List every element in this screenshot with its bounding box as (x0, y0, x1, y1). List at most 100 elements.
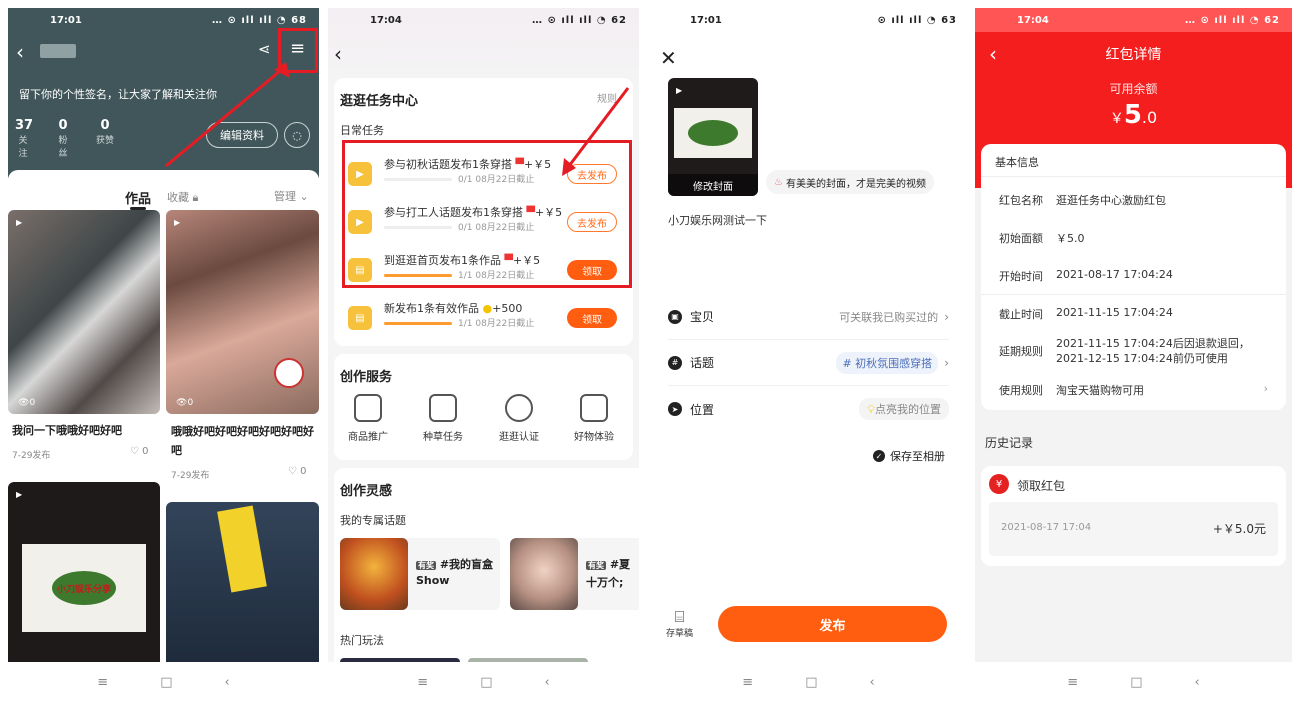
bulb-icon: 💡︎ (867, 403, 875, 416)
like-count[interactable]: ♡ 0 (288, 466, 307, 477)
share-icon[interactable]: ⋖ (258, 40, 271, 58)
info-value: ￥5.0 (1056, 232, 1085, 245)
video-cover[interactable]: ▶ 修改封面 (668, 78, 758, 196)
product-row[interactable]: ▣ 宝贝 可关联我已购买过的 › (668, 294, 949, 340)
stat-label: 关注 (18, 136, 28, 159)
menu-nav-icon[interactable]: ≡ (742, 675, 753, 690)
manage-label: 管理 (274, 190, 296, 203)
status-bar: 17:04… ⊙ ıll ıll ◔ 62 (975, 8, 1292, 32)
row-value: 可关联我已购买过的 (839, 310, 939, 324)
system-nav: ≡ □ ‹ (648, 665, 969, 699)
creation-services-card: 创作服务 商品推广 种草任务 逛逛认证 好物体验 (334, 354, 633, 460)
tab-collect[interactable]: 收藏 🔒︎ (167, 189, 198, 205)
home-nav-icon[interactable]: □ (480, 675, 492, 690)
service-item[interactable]: 商品推广 (333, 394, 403, 443)
chevron-down-icon: ⌄ (299, 190, 309, 203)
back-nav-icon[interactable]: ‹ (225, 675, 230, 690)
tab-works[interactable]: 作品 (125, 188, 151, 207)
divider (981, 294, 1286, 295)
edit-cover-button[interactable]: 修改封面 (668, 174, 758, 196)
topic-name: #夏 (609, 558, 631, 571)
battery-level: 63 (941, 14, 957, 26)
post-thumbnail[interactable]: ▶ 👁︎0 (166, 210, 319, 414)
task-reward: +￥5 (534, 206, 563, 219)
task-reward: +500 (492, 302, 523, 315)
home-nav-icon[interactable]: □ (805, 675, 817, 690)
store-icon: ▤ (348, 258, 372, 282)
task-deadline: 08月22日截止 (475, 175, 535, 185)
status-time: 17:04 (370, 14, 402, 26)
publish-button[interactable]: 发布 (718, 606, 947, 642)
claim-button[interactable]: 领取 (567, 308, 617, 328)
task-item: ▤ 到逛逛首页发布1条作品 ▀+￥5 1/1 08月22日截止 领取 (344, 250, 623, 290)
menu-icon[interactable]: ≡ (290, 38, 305, 59)
lock-icon: 🔒︎ (192, 191, 199, 204)
location-icon: ➤ (668, 402, 682, 416)
post-thumbnail[interactable]: ▶ 小刀娱乐分享 (8, 482, 160, 662)
service-item[interactable]: 种草任务 (408, 394, 478, 443)
gift-icon: ▀ (504, 254, 513, 267)
back-nav-icon[interactable]: ‹ (545, 675, 550, 690)
stat-fans[interactable]: 0 粉丝 (55, 118, 71, 159)
heart-icon: ♡ (288, 466, 297, 477)
task-deadline: 08月22日截止 (475, 271, 535, 281)
info-value: 淘宝天猫购物可用 (1056, 384, 1144, 397)
menu-nav-icon[interactable]: ≡ (97, 675, 108, 690)
topic-card[interactable]: 有奖 #夏 十万个; (510, 538, 639, 610)
post-thumbnail[interactable] (166, 502, 319, 662)
task-title: 到逛逛首页发布1条作品 (384, 254, 501, 267)
close-icon[interactable]: ✕ (660, 46, 677, 70)
task-progress: 0/1 (458, 175, 473, 185)
stat-following[interactable]: 37 关注 (15, 118, 33, 159)
location-row[interactable]: ➤ 位置 💡︎点亮我的位置 (668, 386, 949, 432)
back-arrow-icon[interactable]: ‹ (334, 42, 342, 66)
menu-nav-icon[interactable]: ≡ (1067, 675, 1078, 690)
balance-amount: ￥5.0 (975, 100, 1292, 130)
cover-tip: ♨ 有美美的封面，才是完美的视频 (766, 170, 934, 194)
hot-play-thumb[interactable] (468, 658, 588, 662)
back-arrow-icon[interactable]: ‹ (16, 40, 24, 64)
stat-likes[interactable]: 0 获赞 (95, 118, 115, 146)
post-title[interactable]: 哦哦好吧好吧好吧好吧好吧好吧 (171, 422, 317, 460)
post-thumbnail[interactable]: ▶ 👁︎0 (8, 210, 160, 414)
status-bar: 17:04… ⊙ ıll ıll ◔ 62 (370, 14, 627, 26)
brand-logo-text: 小刀娱乐分享 (56, 584, 111, 595)
inspiration-card: 创作灵感 我的专属话题 有奖 #我的盲盒 Show 有奖 #夏 十万个; 热门玩… (334, 468, 639, 662)
info-value-line2: 2021-12-15 17:04:24前仍可使用 (1056, 352, 1228, 365)
like-count[interactable]: ♡ 0 (130, 446, 149, 457)
info-key: 使用规则 (999, 384, 1043, 397)
usage-rule-row[interactable]: 使用规则 淘宝天猫购物可用 › (999, 382, 1268, 398)
go-publish-button[interactable]: 去发布 (567, 212, 617, 232)
info-key: 红包名称 (999, 194, 1043, 207)
info-value: 2021-08-17 17:04:24 (1056, 268, 1173, 281)
like-count-value: 0 (142, 446, 149, 457)
description-input[interactable]: 小刀娱乐网测试一下 (668, 212, 767, 228)
row-label: 位置 (690, 402, 715, 417)
red-packet-icon: ¥ (989, 474, 1009, 494)
task-progress: 1/1 (458, 271, 473, 281)
gift-icon: ▀ (515, 158, 524, 171)
service-item[interactable]: 逛逛认证 (484, 394, 554, 443)
battery-level: 68 (291, 14, 307, 26)
record-time: 2021-08-17 17:04 (1001, 522, 1092, 533)
menu-nav-icon[interactable]: ≡ (417, 675, 428, 690)
back-nav-icon[interactable]: ‹ (1195, 675, 1200, 690)
topic-card[interactable]: 有奖 #我的盲盒 Show (340, 538, 500, 610)
hot-play-thumb[interactable] (340, 658, 460, 662)
home-nav-icon[interactable]: □ (160, 675, 172, 690)
claim-button[interactable]: 领取 (567, 260, 617, 280)
gift-icon: ▀ (526, 206, 535, 219)
service-item[interactable]: 好物体验 (559, 394, 629, 443)
manage-button[interactable]: 管理 ⌄ (274, 188, 309, 204)
back-nav-icon[interactable]: ‹ (870, 675, 875, 690)
shopping-bag-icon (354, 394, 382, 422)
checklist-icon (429, 394, 457, 422)
row-value: 点亮我的位置 (875, 403, 941, 416)
stat-num: 0 (100, 118, 110, 133)
post-date: 7-29发布 (171, 471, 210, 481)
save-album-checkbox[interactable]: ✓ 保存至相册 (873, 448, 945, 464)
post-title[interactable]: 我问一下哦哦好吧好吧 (12, 422, 162, 438)
draft-button[interactable]: ⌸ 存草稿 (666, 608, 693, 640)
topic-row[interactable]: # 话题 # 初秋氛围感穿搭 › (668, 340, 949, 386)
home-nav-icon[interactable]: □ (1130, 675, 1142, 690)
